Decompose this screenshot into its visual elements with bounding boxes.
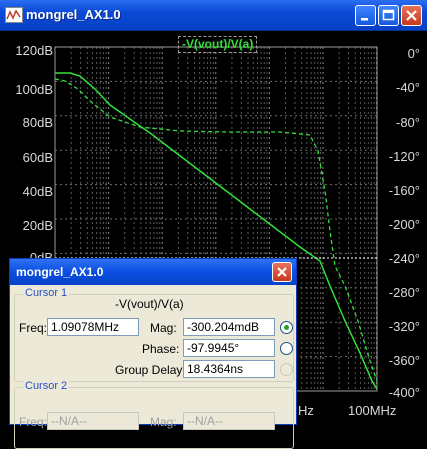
freq-label: Freq: — [19, 321, 48, 335]
phase-tick-label: -80° — [396, 115, 420, 130]
x-tick-label: 100MHz — [348, 403, 397, 418]
close-icon — [277, 267, 287, 277]
phase-tick-label: -40° — [396, 80, 420, 95]
y-tick-label: 40dB — [22, 184, 53, 199]
mag-radio-button[interactable] — [280, 321, 293, 334]
group-delay-label: Group Delay: — [115, 363, 186, 377]
close-button[interactable] — [401, 5, 422, 26]
phase-tick-label: -120° — [388, 149, 420, 164]
cursor-1-mag-field[interactable]: -300.204mdB — [183, 318, 275, 336]
trace-title[interactable]: -V(vout)/V(a) — [178, 36, 258, 53]
phase-tick-label: -280° — [388, 285, 420, 300]
phase-tick-label: -360° — [388, 353, 420, 368]
cursor-1-trace-name: -V(vout)/V(a) — [115, 297, 184, 311]
y-tick-label: 120dB — [15, 43, 53, 58]
phase-tick-label: -160° — [388, 183, 420, 198]
x-tick-label: Hz — [298, 403, 314, 418]
phase-label: Phase: — [142, 342, 180, 356]
cursor-2-label: Cursor 2 — [23, 380, 70, 392]
y-tick-label: 100dB — [15, 82, 53, 97]
cursor-1-label: Cursor 1 — [23, 287, 70, 299]
phase-radio-button[interactable] — [280, 342, 293, 355]
y-tick-label: 20dB — [22, 218, 53, 233]
phase-tick-label: 0° — [407, 46, 420, 61]
waveform-app-icon — [5, 7, 23, 23]
phase-tick-label: -320° — [388, 319, 420, 334]
mag-label: Mag: — [150, 321, 177, 335]
dialog-title-bar[interactable]: mongrel_AX1.0 — [10, 259, 296, 285]
window-title-bar[interactable]: mongrel_AX1.0 — [0, 0, 427, 31]
cursor-2-freq-label: Freq: — [19, 415, 48, 429]
phase-tick-label: -240° — [388, 251, 420, 266]
phase-tick-label: -200° — [388, 217, 420, 232]
group-delay-radio-button[interactable] — [280, 363, 293, 376]
phase-tick-label: -400° — [388, 385, 420, 400]
cursor-2-mag-field[interactable]: --N/A-- — [183, 412, 275, 430]
window-title: mongrel_AX1.0 — [26, 7, 121, 22]
dialog-title: mongrel_AX1.0 — [16, 265, 104, 279]
cursor-1-freq-field[interactable]: 1.09078MHz — [47, 318, 139, 336]
cursor-1-phase-field[interactable]: -97.9945° — [183, 339, 275, 357]
cursor-1-group-delay-field[interactable]: 18.4364ns — [183, 360, 275, 378]
cursor-2-mag-label: Mag: — [150, 415, 177, 429]
maximize-button[interactable] — [378, 5, 399, 26]
dialog-close-button[interactable] — [272, 262, 292, 282]
minimize-button[interactable] — [355, 5, 376, 26]
y-tick-label: 60dB — [22, 150, 53, 165]
y-tick-label: 80dB — [22, 115, 53, 130]
cursor-dialog[interactable]: mongrel_AX1.0 Cursor 1 -V(vout)/V(a) Fre… — [9, 258, 297, 449]
cursor-2-freq-field[interactable]: --N/A-- — [47, 412, 139, 430]
